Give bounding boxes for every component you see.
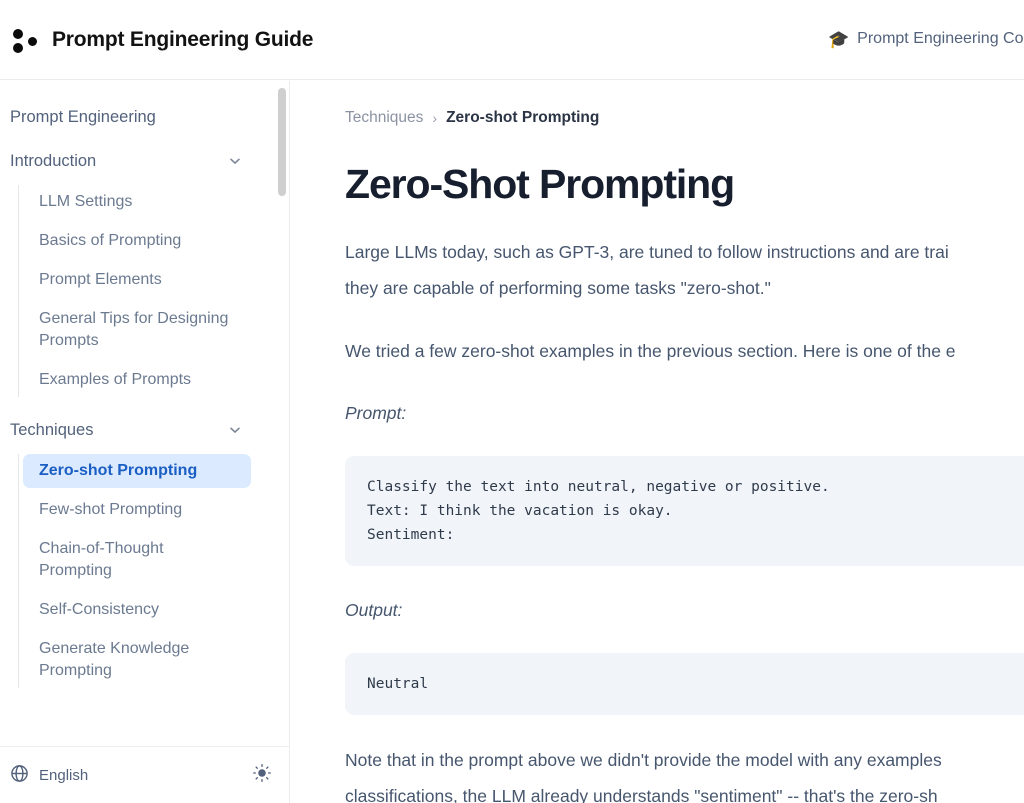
brand-title: Prompt Engineering Guide [52, 27, 314, 51]
sidebar-item-prompt-engineering[interactable]: Prompt Engineering [0, 105, 289, 129]
breadcrumb-parent[interactable]: Techniques [345, 107, 423, 129]
breadcrumb-current: Zero-shot Prompting [446, 109, 600, 126]
sidebar-item-few-shot-prompting[interactable]: Few-shot Prompting [23, 493, 251, 527]
sidebar-scrollbar-thumb[interactable] [278, 88, 286, 196]
sidebar-item-self-consistency[interactable]: Self-Consistency [23, 593, 251, 627]
page-title: Zero-Shot Prompting [345, 161, 735, 207]
output-label: Output: [345, 600, 403, 620]
sidebar-scroll-area: Prompt Engineering Introduction LLM Sett… [0, 81, 289, 746]
output-code-block: Neutral [345, 653, 1024, 715]
main-content: Techniques › Zero-shot Prompting Zero-Sh… [291, 81, 1024, 803]
paragraph-intro-line-2: they are capable of performing some task… [345, 278, 771, 298]
prompt-code-block: Classify the text into neutral, negative… [345, 456, 1024, 566]
paragraph-intro-line-1: Large LLMs today, such as GPT-3, are tun… [345, 242, 949, 262]
sidebar-item-examples-of-prompts[interactable]: Examples of Prompts [23, 363, 251, 397]
sidebar-group-introduction[interactable]: Introduction [0, 149, 289, 173]
sidebar: Prompt Engineering Introduction LLM Sett… [0, 81, 290, 803]
output-code-text: Neutral [367, 676, 429, 692]
sidebar-group-techniques[interactable]: Techniques [0, 418, 289, 442]
prompt-label: Prompt: [345, 403, 407, 423]
breadcrumb: Techniques › Zero-shot Prompting [345, 107, 1024, 129]
chevron-down-icon[interactable] [228, 154, 242, 168]
graduation-cap-icon: 🎓 [828, 29, 850, 49]
sidebar-group-introduction-items: LLM Settings Basics of Prompting Prompt … [18, 185, 289, 397]
header-course-link[interactable]: 🎓 Prompt Engineering Co [828, 30, 1023, 48]
sidebar-item-generate-knowledge-prompting[interactable]: Generate Knowledge Prompting [23, 632, 251, 688]
brand[interactable]: Prompt Engineering Guide [0, 25, 313, 55]
app-header: Prompt Engineering Guide 🎓 Prompt Engine… [0, 0, 1024, 80]
prompt-code-text: Classify the text into neutral, negative… [367, 479, 830, 543]
sidebar-item-zero-shot-prompting[interactable]: Zero-shot Prompting [23, 454, 251, 488]
sidebar-item-prompt-elements[interactable]: Prompt Elements [23, 263, 251, 297]
paragraph-examples: We tried a few zero-shot examples in the… [345, 341, 956, 361]
sidebar-item-general-tips[interactable]: General Tips for Designing Prompts [23, 302, 251, 358]
language-selector[interactable]: English [10, 764, 88, 787]
sun-icon[interactable] [253, 763, 271, 787]
header-course-link-label: Prompt Engineering Co [857, 30, 1024, 47]
chevron-down-icon[interactable] [228, 423, 242, 437]
paragraph-note-line-1: Note that in the prompt above we didn't … [345, 750, 942, 770]
three-dots-logo-icon [11, 25, 41, 55]
globe-icon [10, 764, 29, 787]
sidebar-group-introduction-label: Introduction [10, 152, 97, 170]
sidebar-item-basics-of-prompting[interactable]: Basics of Prompting [23, 224, 251, 258]
sidebar-footer: English [0, 746, 289, 803]
language-label: English [39, 766, 89, 784]
sidebar-group-techniques-items: Zero-shot Prompting Few-shot Prompting C… [18, 454, 289, 688]
breadcrumb-separator: › [432, 110, 438, 126]
sidebar-item-chain-of-thought-prompting[interactable]: Chain-of-Thought Prompting [23, 532, 251, 588]
sidebar-group-techniques-label: Techniques [10, 421, 94, 439]
paragraph-note-line-2: classifications, the LLM already underst… [345, 786, 938, 803]
sidebar-item-llm-settings[interactable]: LLM Settings [23, 185, 251, 219]
